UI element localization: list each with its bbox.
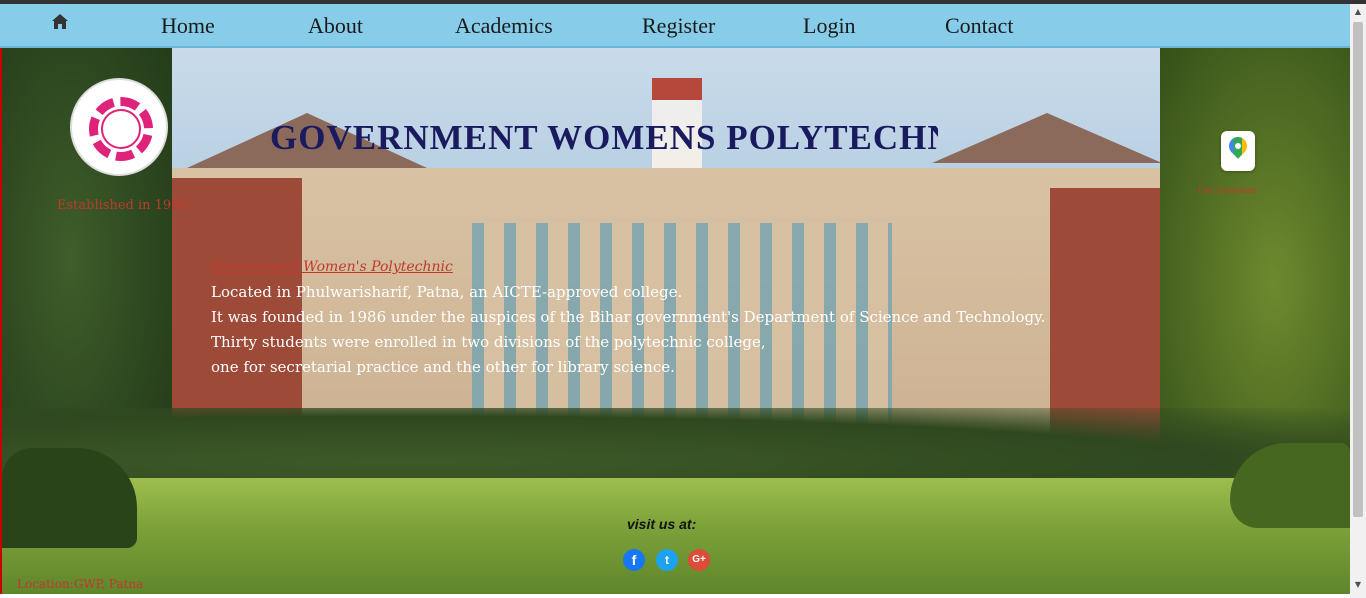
- nav-about[interactable]: About: [308, 13, 363, 39]
- building-roof-right: [932, 113, 1162, 163]
- nav-academics[interactable]: Academics: [455, 13, 553, 39]
- nav-login[interactable]: Login: [803, 13, 856, 39]
- about-line-3: Thirty students were enrolled in two div…: [211, 333, 766, 351]
- vertical-scrollbar[interactable]: ▲ ▼: [1350, 4, 1366, 598]
- college-logo-icon: [70, 78, 168, 176]
- scroll-up-arrow-icon[interactable]: ▲: [1350, 4, 1366, 20]
- hero-section: Established in 1985 GOVERNMENT WOMENS PO…: [0, 48, 1350, 594]
- page-title: GOVERNMENT WOMENS POLYTECHNIC: [270, 118, 938, 157]
- established-text: Established in 1985: [57, 198, 188, 213]
- scroll-thumb[interactable]: [1353, 22, 1363, 517]
- location-text: Location:GWP, Patna: [17, 577, 144, 591]
- about-line-2: It was founded in 1986 under the auspice…: [211, 308, 1046, 326]
- nav-contact[interactable]: Contact: [945, 13, 1013, 39]
- visit-us-label: visit us at:: [627, 516, 697, 532]
- google-maps-icon[interactable]: [1221, 131, 1255, 171]
- lawn: [2, 478, 1350, 594]
- logo-emblem: [101, 109, 141, 149]
- home-icon[interactable]: [50, 12, 70, 32]
- about-line-1: Located in Phulwarisharif, Patna, an AIC…: [211, 283, 683, 301]
- get-location-label[interactable]: Get Location: [1198, 186, 1257, 196]
- scroll-down-arrow-icon[interactable]: ▼: [1350, 577, 1366, 593]
- bush-left: [2, 448, 137, 548]
- navbar: Home About Academics Register Login Cont…: [0, 4, 1350, 48]
- nav-home[interactable]: Home: [161, 13, 215, 39]
- google-plus-icon[interactable]: G+: [688, 549, 710, 571]
- facebook-icon[interactable]: f: [623, 549, 645, 571]
- college-name-link[interactable]: Government Women's Polytechnic: [211, 259, 453, 275]
- about-line-4: one for secretarial practice and the oth…: [211, 358, 675, 376]
- nav-register[interactable]: Register: [642, 13, 715, 39]
- twitter-icon[interactable]: t: [656, 549, 678, 571]
